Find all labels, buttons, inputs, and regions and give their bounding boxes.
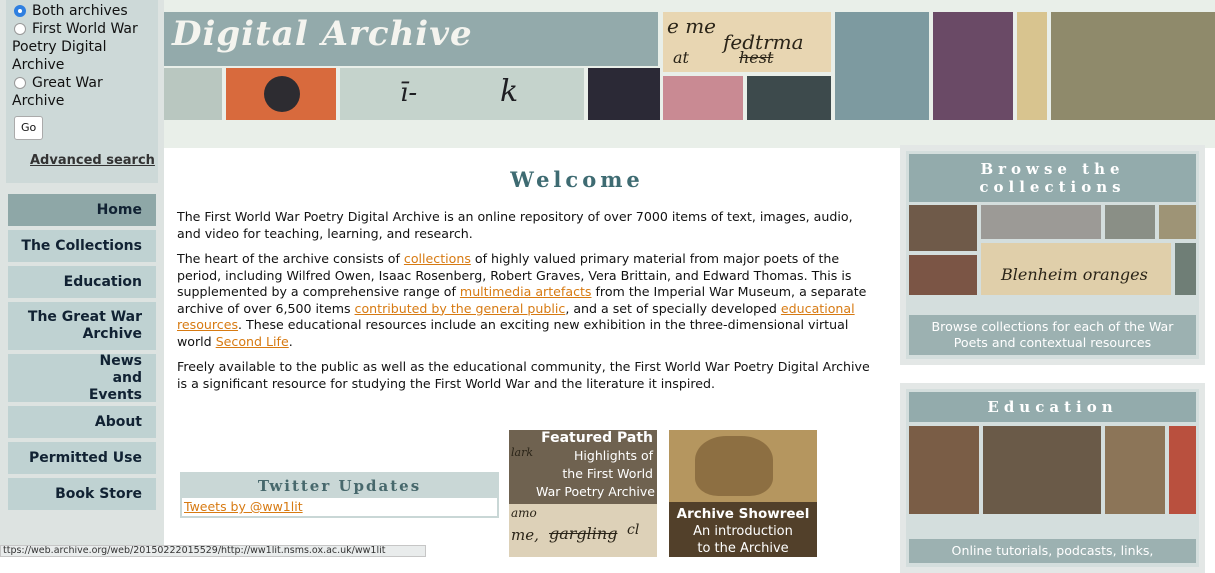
education-box[interactable]: Education Online tutorials, podcasts, li… bbox=[900, 383, 1205, 573]
browse-collections-box[interactable]: Browse the collections Blenheim oranges … bbox=[900, 145, 1205, 365]
collage-building-tile bbox=[933, 12, 1013, 120]
handwriting-text: lark bbox=[511, 446, 533, 459]
showreel-line: to the Archive bbox=[697, 541, 789, 556]
left-sidebar: Both archives First World War Poetry Dig… bbox=[0, 0, 164, 557]
site-title[interactable]: Digital Archive bbox=[172, 14, 473, 54]
portrait-image bbox=[695, 436, 773, 496]
radio-both-archives[interactable]: Both archives bbox=[12, 2, 158, 20]
twitter-updates-title: Twitter Updates bbox=[182, 474, 497, 498]
advanced-search-link[interactable]: Advanced search bbox=[30, 152, 158, 170]
collage-sepia-tile bbox=[1017, 12, 1047, 120]
collage-letter-tile: e me fedtrma at hest bbox=[663, 12, 831, 72]
browse-collections-description: Browse collections for each of the War P… bbox=[909, 315, 1196, 355]
general-public-link[interactable]: contributed by the general public bbox=[355, 301, 566, 316]
collage-manuscript-tile: ī- k bbox=[340, 68, 584, 120]
collage-poppy-tile bbox=[226, 68, 336, 120]
go-button[interactable]: Go bbox=[14, 116, 44, 140]
nav-collections[interactable]: The Collections bbox=[8, 230, 156, 262]
featured-path-line: Highlights of bbox=[574, 448, 653, 463]
radio-great-war[interactable]: Great War Archive bbox=[12, 74, 158, 110]
twitter-updates-box: Twitter Updates Tweets by @ww1lit bbox=[180, 472, 499, 518]
radio-ww1-poetry[interactable]: First World War Poetry Digital Archive bbox=[12, 20, 158, 74]
browse-collage: Blenheim oranges bbox=[909, 205, 1196, 305]
collage-pink-tile bbox=[663, 76, 743, 120]
tweets-link[interactable]: Tweets by @ww1lit bbox=[182, 498, 497, 516]
collage-silhouette-tile bbox=[588, 68, 660, 120]
education-title: Education bbox=[909, 392, 1196, 422]
featured-path-manuscript: amo me, gargling cl bbox=[509, 504, 657, 557]
nav-great-war-archive[interactable]: The Great War Archive bbox=[8, 302, 156, 350]
collections-link[interactable]: collections bbox=[404, 251, 471, 266]
header-banner: Digital Archive ī- k e me fedtrma at hes… bbox=[164, 0, 1215, 148]
main-nav: Home The Collections Education The Great… bbox=[8, 194, 156, 514]
nav-education[interactable]: Education bbox=[8, 266, 156, 298]
welcome-heading: Welcome bbox=[510, 167, 644, 192]
radio-label: First World War Poetry Digital Archive bbox=[12, 21, 138, 73]
radio-button-checked[interactable] bbox=[14, 5, 26, 17]
nav-book-store[interactable]: Book Store bbox=[8, 478, 156, 510]
showreel-title: Archive Showreel bbox=[676, 506, 810, 522]
nav-home[interactable]: Home bbox=[8, 194, 156, 226]
intro-paragraph: The First World War Poetry Digital Archi… bbox=[177, 209, 853, 241]
multimedia-artefacts-link[interactable]: multimedia artefacts bbox=[460, 284, 592, 299]
archive-showreel-card[interactable]: Archive Showreel An introduction to the … bbox=[669, 430, 817, 557]
education-collage bbox=[909, 426, 1196, 528]
showreel-line: An introduction bbox=[693, 524, 793, 539]
handwriting-text: Blenheim oranges bbox=[1001, 265, 1148, 284]
featured-path-card[interactable]: lark Featured Path Highlights of the Fir… bbox=[509, 430, 657, 557]
featured-path-title: Featured Path bbox=[541, 430, 653, 446]
second-life-link[interactable]: Second Life bbox=[216, 334, 289, 349]
radio-label: Great War Archive bbox=[12, 75, 103, 109]
featured-path-line: the First World bbox=[562, 466, 653, 481]
handwriting-text: at bbox=[673, 48, 689, 67]
browse-collections-title: Browse the collections bbox=[909, 154, 1196, 202]
archive-paragraph: The heart of the archive consists of col… bbox=[177, 251, 867, 349]
title-strip: Digital Archive bbox=[164, 12, 658, 66]
browser-status-bar: ttps://web.archive.org/web/2015022201552… bbox=[0, 545, 426, 557]
collage-handwriting-tile bbox=[164, 68, 222, 120]
main-content: Welcome The First World War Poetry Digit… bbox=[177, 155, 877, 392]
education-description: Online tutorials, podcasts, links, bbox=[909, 539, 1196, 563]
collage-soldier-tile bbox=[835, 12, 929, 120]
handwriting-text: hest bbox=[739, 48, 774, 67]
nav-permitted-use[interactable]: Permitted Use bbox=[8, 442, 156, 474]
featured-path-line: War Poetry Archive bbox=[536, 484, 655, 499]
nav-news-events[interactable]: News and Events bbox=[8, 353, 156, 403]
showreel-caption: Archive Showreel An introduction to the … bbox=[669, 502, 817, 557]
nav-about[interactable]: About bbox=[8, 406, 156, 438]
collage-gun-tile bbox=[1051, 12, 1215, 120]
radio-label: Both archives bbox=[32, 3, 128, 19]
archive-search-panel: Both archives First World War Poetry Dig… bbox=[6, 0, 158, 183]
collage-figure-tile bbox=[747, 76, 831, 120]
availability-paragraph: Freely available to the public as well a… bbox=[177, 359, 870, 391]
handwriting-text: e me bbox=[667, 14, 716, 38]
